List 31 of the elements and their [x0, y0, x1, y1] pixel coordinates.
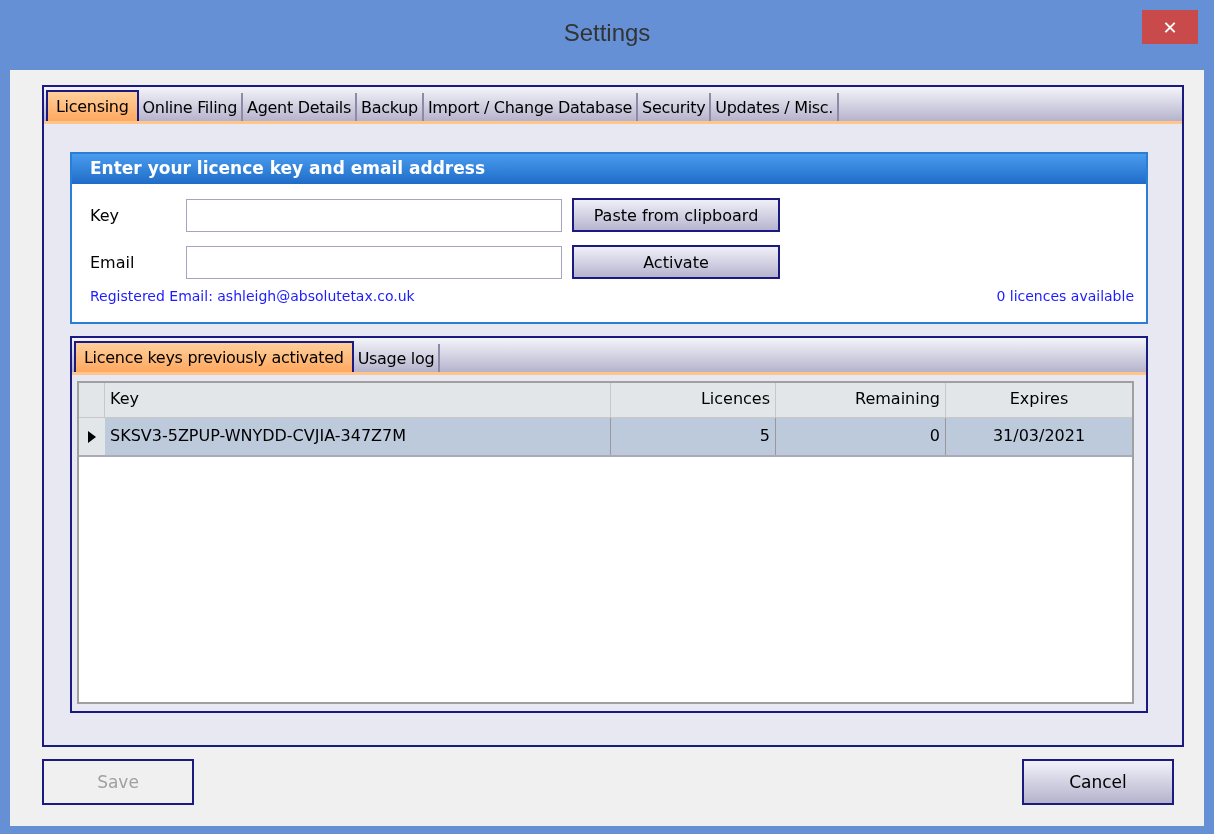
column-header[interactable]: Key	[105, 383, 611, 417]
table-cell: 31/03/2021	[946, 418, 1132, 455]
tab[interactable]: Import / Change Database	[423, 93, 639, 121]
table-cell: SKSV3-5ZPUP-WNYDD-CVJIA-347Z7M	[105, 418, 611, 455]
field-label: Key	[90, 205, 120, 225]
column-header[interactable]: Licences	[611, 383, 776, 417]
registered-email: Registered Email: ashleigh@absolutetax.co.uk	[90, 288, 415, 304]
tab[interactable]: Usage log	[353, 344, 441, 372]
tab[interactable]: Online Filing	[138, 93, 243, 121]
current-row-icon	[88, 430, 96, 443]
tab[interactable]: Backup	[357, 93, 424, 121]
input-field[interactable]	[186, 198, 562, 232]
input-field[interactable]	[186, 245, 562, 279]
close-button[interactable]: ✕	[1142, 10, 1198, 44]
table-cell: 0	[776, 418, 946, 455]
table-cell: 5	[611, 418, 776, 455]
licences-count: 0 licences available	[996, 288, 1134, 304]
row-header[interactable]	[79, 418, 105, 455]
tab[interactable]: Licensing	[46, 90, 139, 121]
window-title: Settings	[563, 19, 651, 47]
tab[interactable]: Agent Details	[243, 93, 357, 121]
section-header: Enter your licence key and email address	[72, 154, 1146, 184]
tab[interactable]: Updates / Misc.	[711, 93, 840, 121]
action-button[interactable]: Activate	[572, 245, 780, 279]
tab[interactable]: Security	[638, 93, 712, 121]
tab[interactable]: Licence keys previously activated	[74, 341, 354, 372]
field-label: Email	[90, 252, 136, 272]
action-button[interactable]: Paste from clipboard	[572, 198, 780, 232]
column-header[interactable]: Expires	[946, 383, 1132, 417]
dialog-button[interactable]: Cancel	[1022, 759, 1174, 805]
column-header[interactable]: Remaining	[776, 383, 946, 417]
